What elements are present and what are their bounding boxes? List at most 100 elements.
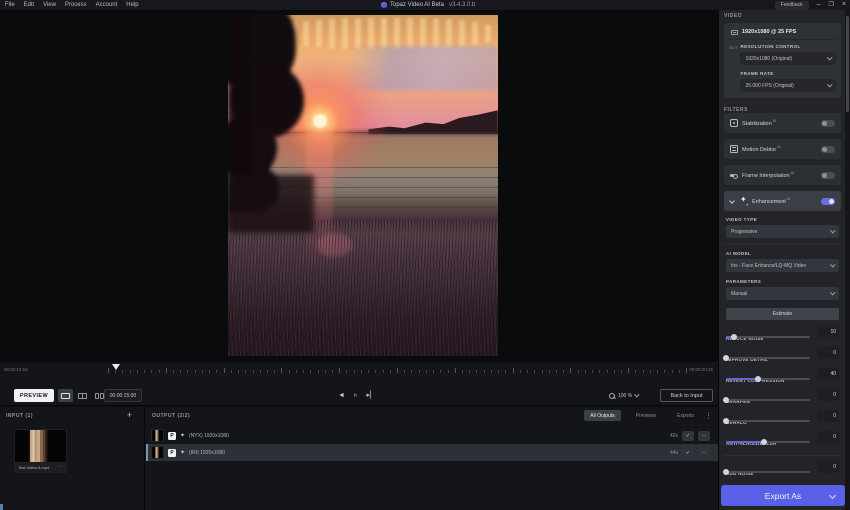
toggle-frame-interpolation[interactable] (821, 172, 835, 179)
kebab-menu-icon[interactable]: ⋮ (705, 412, 712, 420)
toggle-stabilization[interactable] (821, 120, 835, 127)
tick (679, 370, 680, 373)
menu-edit[interactable]: Edit (24, 2, 34, 8)
filter-stabilization[interactable]: StabilizationAI (724, 113, 841, 133)
check-button[interactable]: ✓ (682, 431, 694, 441)
tick (448, 370, 449, 373)
tick (325, 370, 326, 373)
slider-track[interactable] (726, 471, 810, 473)
slider-thumb[interactable] (731, 334, 737, 340)
filter-frame-interpolation[interactable]: Frame InterpolationAI (724, 165, 841, 185)
view-mode-group (58, 389, 107, 402)
slider-add-noise: ADD NOISE0 (726, 462, 839, 483)
tick (130, 370, 131, 373)
close-icon[interactable]: × (842, 0, 846, 10)
export-as-button[interactable]: Export As (721, 485, 845, 506)
menu-help[interactable]: Help (126, 2, 138, 8)
slider-track[interactable] (726, 441, 810, 443)
menu-file[interactable]: File (5, 2, 15, 8)
single-view-button[interactable] (58, 389, 73, 402)
frame-rate-dropdown[interactable]: 25.000 FPS (Original) (740, 79, 836, 92)
play-icon[interactable]: ▹ (354, 389, 358, 402)
split-view-button[interactable] (75, 389, 90, 402)
preview-button[interactable]: PREVIEW (14, 389, 54, 402)
tick (159, 370, 160, 373)
motion-deblur-icon (730, 145, 738, 153)
resolution-dropdown[interactable]: 1920x1080 (Original) (740, 52, 836, 65)
output-row[interactable]: P✦(IRI) 1920x108044s✓⋯ (146, 444, 718, 461)
filter-motion-deblur[interactable]: Motion DeblurAI (724, 139, 841, 159)
feedback-button[interactable]: Feedback (775, 1, 809, 10)
slider-thumb[interactable] (723, 418, 729, 424)
minimize-icon[interactable]: – (817, 0, 821, 10)
estimate-button[interactable]: Estimate (726, 308, 839, 320)
back-to-input-button[interactable]: Back to Input (660, 389, 713, 402)
slider-thumb[interactable] (723, 469, 729, 475)
zoom-control[interactable]: 100 % (609, 389, 639, 402)
tick (491, 370, 492, 373)
timeline-ruler[interactable] (108, 362, 686, 376)
tick (238, 370, 239, 373)
more-button[interactable]: ⋯ (698, 431, 710, 441)
filter-label: Frame InterpolationAI (742, 171, 794, 179)
tab-previews[interactable]: Previews (630, 410, 662, 421)
slider-track[interactable] (726, 357, 810, 359)
parameters-value: Manual (731, 291, 747, 297)
menu-process[interactable]: Process (65, 2, 87, 8)
parameters-dropdown[interactable]: Manual (726, 287, 839, 300)
tick (426, 370, 427, 373)
transport-bar: PREVIEW 00:00:15:00 ◄ ▹ ▸▏ 100 % Back to… (0, 376, 718, 406)
add-input-button[interactable]: + (127, 410, 132, 420)
slider-thumb[interactable] (755, 376, 761, 382)
tick (599, 370, 600, 373)
slider-track[interactable] (726, 420, 810, 422)
tab-all-outputs[interactable]: All Outputs (584, 410, 620, 421)
side-by-side-icon (95, 393, 104, 399)
toggle-motion-deblur[interactable] (821, 146, 835, 153)
slider-thumb[interactable] (723, 397, 729, 403)
ai-model-dropdown[interactable]: Iris - Face Enhance/LQ-MQ Video (726, 259, 839, 272)
tick (505, 370, 506, 373)
sidebar-scrollbar[interactable] (845, 10, 850, 510)
export-as-label: Export As (765, 491, 801, 501)
tick (368, 370, 369, 373)
timecode-field[interactable]: 00:00:15:00 (104, 389, 142, 402)
step-forward-icon[interactable]: ▸▏ (366, 389, 375, 402)
volume-icon[interactable]: ◄ (338, 389, 345, 402)
timeline[interactable]: 00:00:14:04 00:00:20:15 (0, 362, 718, 376)
tick (686, 368, 687, 373)
maximize-icon[interactable]: ❐ (829, 0, 834, 10)
toggle-enhancement[interactable] (821, 198, 835, 205)
check-button[interactable]: ✓ (682, 448, 694, 458)
menu-account[interactable]: Account (96, 2, 118, 8)
scrollbar-thumb[interactable] (846, 16, 849, 112)
tick (621, 370, 622, 373)
tick (339, 368, 340, 373)
preview-badge: P (168, 449, 176, 457)
chevron-down-icon (830, 262, 835, 267)
input-resolution-fps: 1920x1080 @ 25 FPS (742, 29, 796, 35)
slider-thumb[interactable] (761, 439, 767, 445)
parameters-label: PARAMETERS (726, 279, 839, 284)
video-viewport[interactable] (0, 10, 718, 362)
filter-label: StabilizationAI (742, 119, 776, 127)
video-type-dropdown[interactable]: Progressive (726, 225, 839, 238)
tick (216, 370, 217, 373)
slider-value: 10 (817, 326, 839, 338)
more-button[interactable]: ⋯ (698, 448, 710, 458)
output-row[interactable]: P✦(NYX) 1920x108042s✓⋯ (146, 427, 718, 444)
menu-view[interactable]: View (43, 2, 56, 8)
slider-track[interactable] (726, 378, 810, 380)
filter-enhancement[interactable]: EnhancementAI (724, 191, 841, 211)
slider-track[interactable] (726, 336, 810, 338)
split-view-icon (78, 393, 87, 399)
tab-exports[interactable]: Exports (671, 410, 700, 421)
input-video-card[interactable]: Test-Video-5.mp4 ⋯ (14, 429, 67, 473)
slider-track[interactable] (726, 399, 810, 401)
slider-thumb[interactable] (723, 355, 729, 361)
slider-value: 0 (817, 431, 839, 443)
dark-wedge (228, 175, 314, 233)
more-icon[interactable]: ⋯ (58, 464, 63, 470)
tick (180, 370, 181, 373)
tick (578, 370, 579, 373)
